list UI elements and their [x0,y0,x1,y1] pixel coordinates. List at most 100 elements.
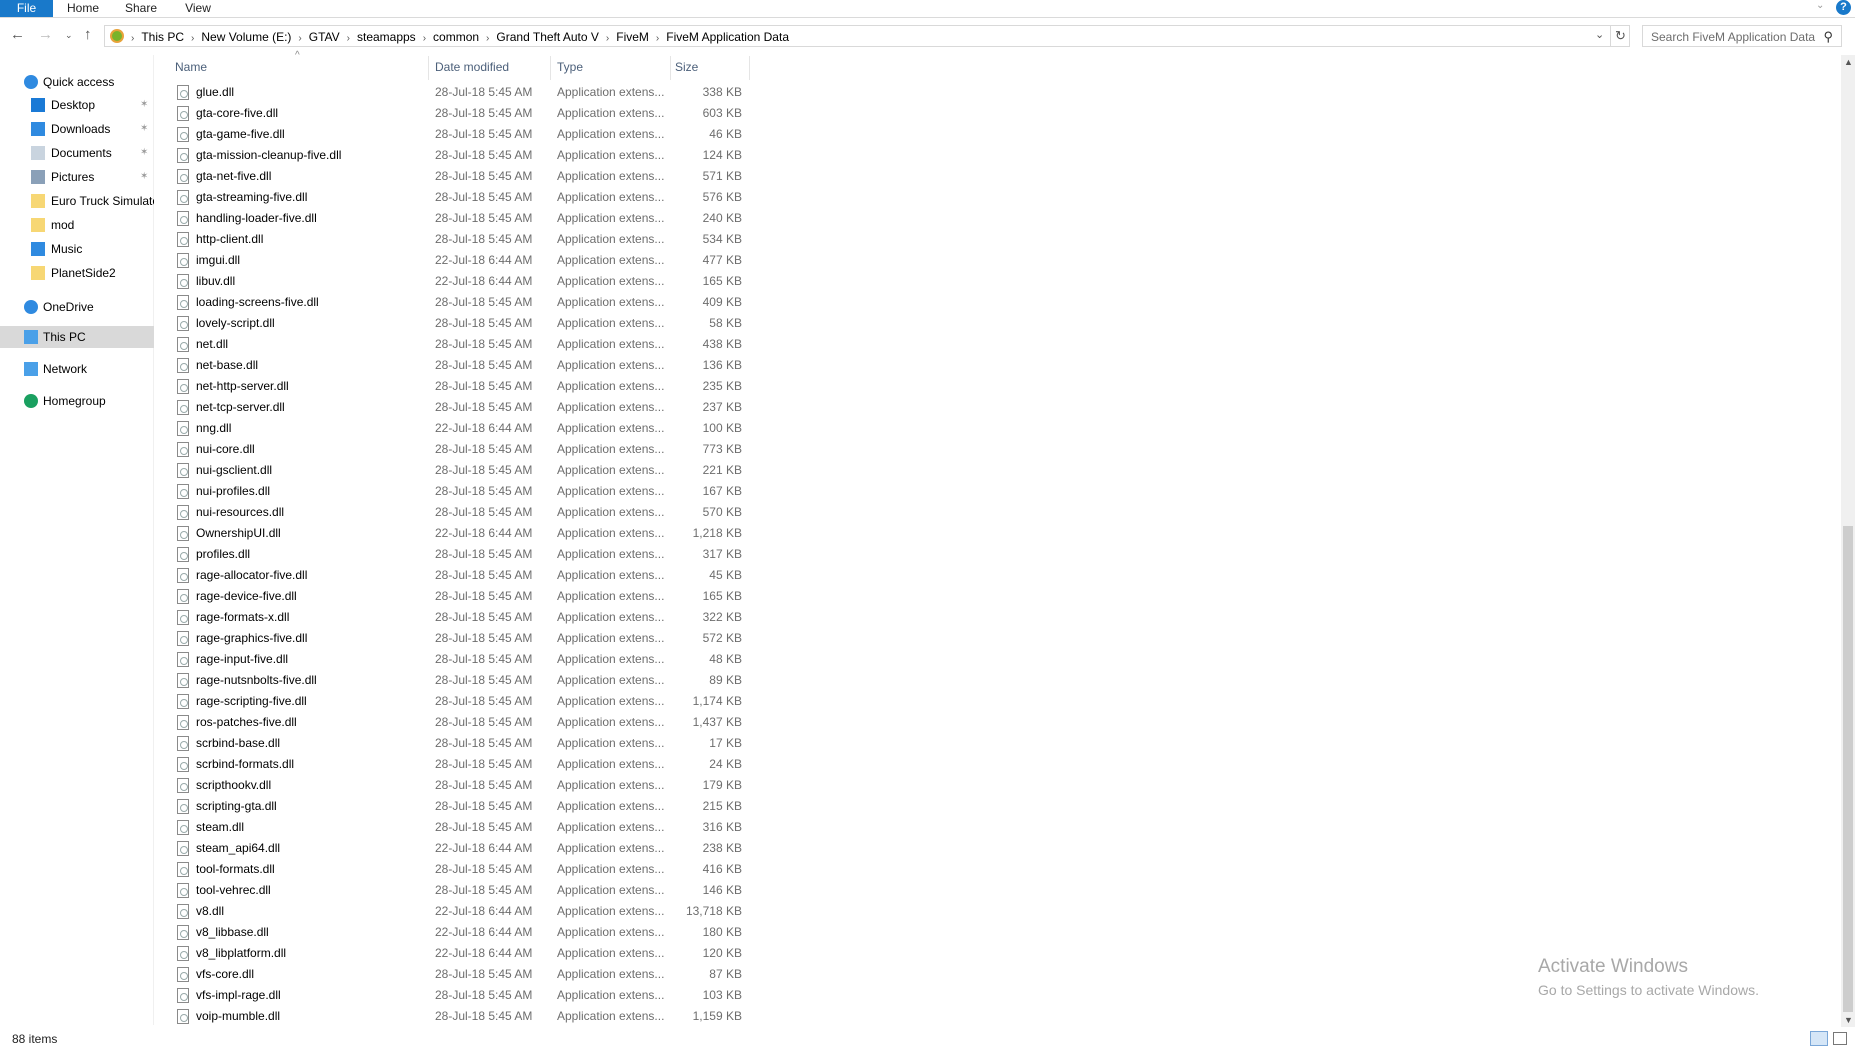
pin-icon[interactable]: ✶ [140,142,148,164]
nav-item-homegroup[interactable]: Homegroup [0,390,154,412]
file-row[interactable]: glue.dll 28-Jul-18 5:45 AM Application ext… [160,82,760,103]
file-row[interactable]: gta-game-five.dll 28-Jul-18 5:45 AM Applic… [160,124,760,145]
file-row[interactable]: steam_api64.dll 22-Jul-18 6:44 AM Applicat… [160,838,760,859]
file-row[interactable]: http-client.dll 28-Jul-18 5:45 AM Applicat… [160,229,760,250]
large-icons-view-icon[interactable] [1833,1032,1847,1045]
nav-item-desktop[interactable]: Desktop ✶ [0,94,154,116]
breadcrumb-item[interactable]: This PC [141,30,184,44]
file-row[interactable]: net-base.dll 28-Jul-18 5:45 AM Application… [160,355,760,376]
breadcrumb-separator-icon[interactable]: › [606,33,609,44]
file-row[interactable]: lovely-script.dll 28-Jul-18 5:45 AM Applic… [160,313,760,334]
breadcrumb-separator-icon[interactable]: › [423,33,426,44]
file-row[interactable]: gta-core-five.dll 28-Jul-18 5:45 AM Applic… [160,103,760,124]
pin-icon[interactable]: ✶ [140,118,148,140]
breadcrumb-item[interactable]: steamapps [357,30,416,44]
breadcrumb-separator-icon[interactable]: › [656,33,659,44]
up-button[interactable]: ↑ [84,26,92,44]
back-button[interactable]: ← [10,26,25,44]
column-type[interactable]: Type [557,56,583,78]
file-row[interactable]: v8_libbase.dll 22-Jul-18 6:44 AM Applicati… [160,922,760,943]
file-row[interactable]: ros-patches-five.dll 28-Jul-18 5:45 AM App… [160,712,760,733]
recent-locations-button[interactable]: ⌄ [65,26,73,44]
breadcrumb-separator-icon[interactable]: › [486,33,489,44]
file-row[interactable]: rage-nutsnbolts-five.dll 28-Jul-18 5:45 A… [160,670,760,691]
expand-ribbon-icon[interactable]: ⌄ [1816,0,1824,11]
breadcrumb-separator-icon[interactable]: › [347,33,350,44]
refresh-icon[interactable]: ↻ [1615,28,1626,44]
pin-icon[interactable]: ✶ [140,94,148,116]
file-row[interactable]: imgui.dll 22-Jul-18 6:44 AM Application ex… [160,250,760,271]
tab-file[interactable]: File [0,0,53,17]
pin-icon[interactable]: ✶ [140,166,148,188]
tab-home[interactable]: Home [62,0,104,17]
breadcrumb-item[interactable]: common [433,30,479,44]
file-row[interactable]: vfs-core.dll 28-Jul-18 5:45 AM Application… [160,964,760,985]
file-row[interactable]: net-http-server.dll 28-Jul-18 5:45 AM Appl… [160,376,760,397]
nav-item-network[interactable]: Network [0,358,154,380]
nav-item-euro-truck-simulator[interactable]: Euro Truck Simulator [0,190,154,212]
nav-item-music[interactable]: Music [0,238,154,260]
file-row[interactable]: vfs-impl-rage.dll 28-Jul-18 5:45 AM Applic… [160,985,760,1006]
details-view-icon[interactable] [1810,1031,1828,1046]
file-row[interactable]: gta-streaming-five.dll 28-Jul-18 5:45 AM A… [160,187,760,208]
file-row[interactable]: voip-mumble.dll 28-Jul-18 5:45 AM Applicat… [160,1006,760,1027]
nav-item-planetside2[interactable]: PlanetSide2 [0,262,154,284]
file-row[interactable]: rage-device-five.dll 28-Jul-18 5:45 AM App… [160,586,760,607]
file-row[interactable]: libuv.dll 22-Jul-18 6:44 AM Application ex… [160,271,760,292]
forward-button[interactable]: → [38,26,53,44]
file-row[interactable]: scrbind-base.dll 28-Jul-18 5:45 AM Applica… [160,733,760,754]
scrollbar-thumb[interactable] [1843,526,1853,1012]
file-row[interactable]: rage-input-five.dll 28-Jul-18 5:45 AM Appl… [160,649,760,670]
file-row[interactable]: v8.dll 22-Jul-18 6:44 AM Application exten… [160,901,760,922]
nav-item-pictures[interactable]: Pictures ✶ [0,166,154,188]
address-bar[interactable]: › This PC › New Volume (E:) › GTAV › steamapps ›… [104,25,1630,47]
tab-view[interactable]: View [180,0,216,17]
file-row[interactable]: nui-resources.dll 28-Jul-18 5:45 AM Applic… [160,502,760,523]
file-row[interactable]: scrbind-formats.dll 28-Jul-18 5:45 AM Appl… [160,754,760,775]
scroll-down-icon[interactable]: ▼ [1844,1015,1853,1025]
file-row[interactable]: tool-formats.dll 28-Jul-18 5:45 AM Applica… [160,859,760,880]
column-date-modified[interactable]: Date modified [435,56,509,78]
nav-item-documents[interactable]: Documents ✶ [0,142,154,164]
file-row[interactable]: net-tcp-server.dll 28-Jul-18 5:45 AM Appli… [160,397,760,418]
file-row[interactable]: scripting-gta.dll 28-Jul-18 5:45 AM Applic… [160,796,760,817]
nav-item-onedrive[interactable]: OneDrive [0,296,154,318]
breadcrumb-separator-icon[interactable]: › [298,33,301,44]
nav-item-downloads[interactable]: Downloads ✶ [0,118,154,140]
file-row[interactable]: scripthookv.dll 28-Jul-18 5:45 AM Applicat… [160,775,760,796]
file-row[interactable]: rage-graphics-five.dll 28-Jul-18 5:45 AM A… [160,628,760,649]
file-row[interactable]: nng.dll 22-Jul-18 6:44 AM Application exte… [160,418,760,439]
file-row[interactable]: rage-allocator-five.dll 28-Jul-18 5:45 AM… [160,565,760,586]
column-name[interactable]: Name [175,56,207,78]
file-row[interactable]: rage-scripting-five.dll 28-Jul-18 5:45 AM… [160,691,760,712]
scroll-up-icon[interactable]: ▲ [1844,57,1853,67]
nav-item-this-pc[interactable]: This PC [0,326,154,348]
nav-item-quick-access[interactable]: Quick access [0,71,154,93]
breadcrumb-item[interactable]: GTAV [309,30,340,44]
file-row[interactable]: gta-mission-cleanup-five.dll 28-Jul-18 5:… [160,145,760,166]
search-input[interactable]: Search FiveM Application Data ⚲ [1642,25,1842,47]
breadcrumb-item[interactable]: FiveM Application Data [666,30,789,44]
breadcrumb-separator-icon[interactable]: › [191,33,194,44]
file-row[interactable]: profiles.dll 28-Jul-18 5:45 AM Application… [160,544,760,565]
file-row[interactable]: OwnershipUI.dll 22-Jul-18 6:44 AM Applicat… [160,523,760,544]
tab-share[interactable]: Share [118,0,164,17]
file-row[interactable]: net.dll 28-Jul-18 5:45 AM Application exte… [160,334,760,355]
file-row[interactable]: steam.dll 28-Jul-18 5:45 AM Application ex… [160,817,760,838]
file-row[interactable]: v8_libplatform.dll 22-Jul-18 6:44 AM Appli… [160,943,760,964]
file-row[interactable]: tool-vehrec.dll 28-Jul-18 5:45 AM Applicat… [160,880,760,901]
file-row[interactable]: handling-loader-five.dll 28-Jul-18 5:45 A… [160,208,760,229]
file-row[interactable]: nui-profiles.dll 28-Jul-18 5:45 AM Applica… [160,481,760,502]
breadcrumb-item[interactable]: New Volume (E:) [201,30,291,44]
nav-item-mod[interactable]: mod [0,214,154,236]
breadcrumb-item[interactable]: FiveM [616,30,649,44]
help-icon[interactable]: ? [1836,0,1851,15]
file-row[interactable]: loading-screens-five.dll 28-Jul-18 5:45 A… [160,292,760,313]
breadcrumb-item[interactable]: Grand Theft Auto V [496,30,599,44]
breadcrumb-separator-icon[interactable]: › [131,33,134,44]
address-dropdown-icon[interactable]: ⌄ [1595,28,1604,41]
file-row[interactable]: nui-core.dll 28-Jul-18 5:45 AM Application… [160,439,760,460]
column-size[interactable]: Size [675,56,698,78]
file-row[interactable]: nui-gsclient.dll 28-Jul-18 5:45 AM Applica… [160,460,760,481]
file-row[interactable]: rage-formats-x.dll 28-Jul-18 5:45 AM Appli… [160,607,760,628]
